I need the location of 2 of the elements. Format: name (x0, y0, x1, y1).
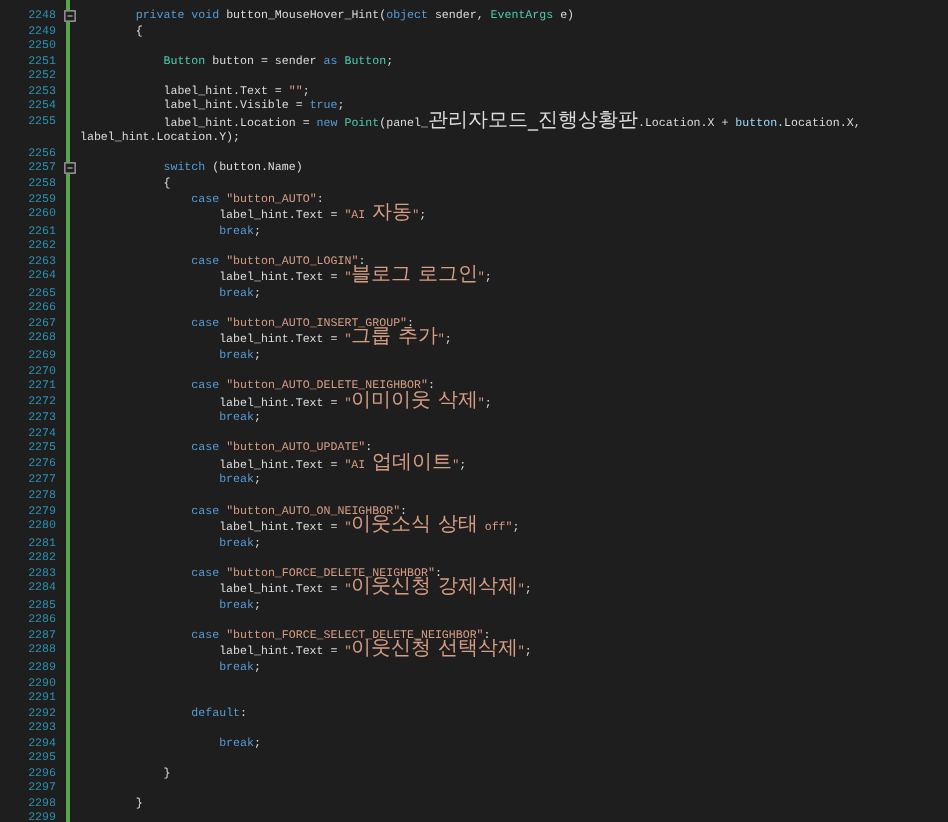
collapse-icon[interactable] (64, 9, 76, 22)
collapse-icon[interactable] (64, 162, 76, 175)
